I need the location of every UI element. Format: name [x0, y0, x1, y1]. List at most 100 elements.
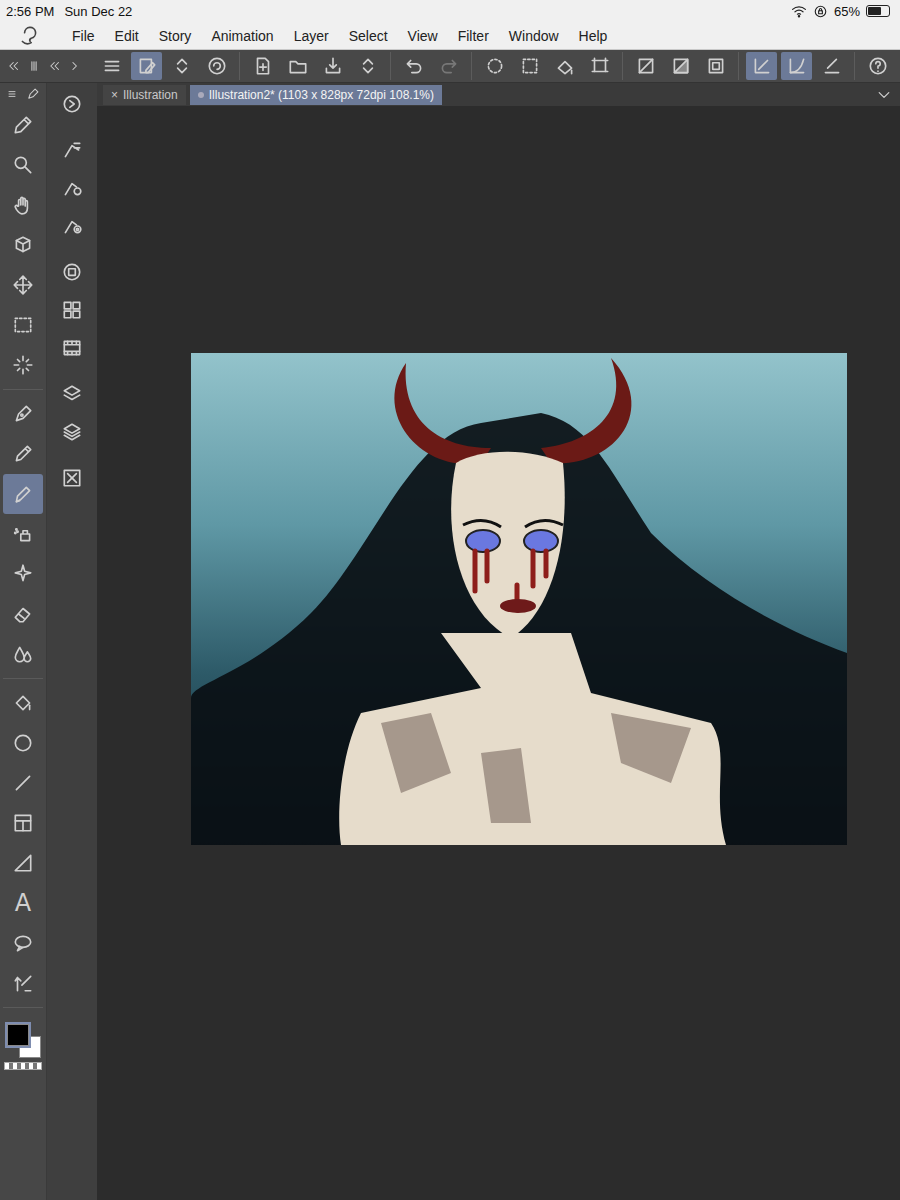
- selection-tool[interactable]: [3, 305, 43, 345]
- airbrush-tool[interactable]: [3, 514, 43, 554]
- grip-icon[interactable]: [27, 59, 41, 73]
- tab-bar: ×IllustrationIllustration2* (1103 x 828p…: [97, 83, 900, 106]
- menu-item[interactable]: Select: [349, 28, 388, 44]
- menu-item[interactable]: Filter: [458, 28, 489, 44]
- command-button[interactable]: [398, 52, 429, 80]
- menu-item[interactable]: View: [408, 28, 438, 44]
- command-icon: [821, 55, 843, 77]
- command-button[interactable]: [746, 52, 777, 80]
- command-button[interactable]: [352, 52, 383, 80]
- color-wheel-button[interactable]: [52, 253, 92, 291]
- zoom-icon: [12, 154, 34, 176]
- line-tool[interactable]: [3, 763, 43, 803]
- balloon-tool[interactable]: [3, 923, 43, 963]
- document-tab[interactable]: ×Illustration: [103, 85, 186, 105]
- app-logo-icon[interactable]: [18, 25, 40, 47]
- command-group: [391, 52, 472, 80]
- tool-property-icon: [61, 177, 83, 199]
- command-icon: [705, 55, 727, 77]
- color-set-button[interactable]: [52, 291, 92, 329]
- layer-property-button[interactable]: [52, 375, 92, 413]
- reset-button[interactable]: [52, 85, 92, 123]
- tool-group: [3, 105, 43, 390]
- layer-button[interactable]: [52, 413, 92, 451]
- pen-icon[interactable]: [26, 87, 40, 101]
- command-button[interactable]: [247, 52, 278, 80]
- command-button[interactable]: [317, 52, 348, 80]
- zoom-tool[interactable]: [3, 145, 43, 185]
- command-button[interactable]: [862, 52, 893, 80]
- canvas-area[interactable]: [97, 106, 900, 1200]
- operation-tool[interactable]: [3, 225, 43, 265]
- command-button[interactable]: [433, 52, 464, 80]
- decoration-tool[interactable]: [3, 554, 43, 594]
- menu-item[interactable]: Animation: [211, 28, 273, 44]
- command-button[interactable]: [131, 52, 162, 80]
- command-button[interactable]: [514, 52, 545, 80]
- transparent-color[interactable]: [4, 1062, 42, 1070]
- hand-tool[interactable]: [3, 185, 43, 225]
- eraser-tool[interactable]: [3, 594, 43, 634]
- tool-property-button[interactable]: [52, 169, 92, 207]
- document-tab[interactable]: Illustration2* (1103 x 828px 72dpi 108.1…: [190, 85, 442, 105]
- pen-tool[interactable]: [3, 394, 43, 434]
- chevron-down-icon[interactable]: [876, 87, 892, 103]
- figure-tool[interactable]: [3, 723, 43, 763]
- move-tool[interactable]: [3, 265, 43, 305]
- blend-tool[interactable]: [3, 634, 43, 674]
- command-icon: [136, 55, 158, 77]
- menu-item[interactable]: Story: [159, 28, 192, 44]
- menu-item[interactable]: Edit: [115, 28, 139, 44]
- brush-size-button[interactable]: [52, 207, 92, 245]
- command-button[interactable]: [630, 52, 661, 80]
- command-button[interactable]: [96, 52, 127, 80]
- command-button[interactable]: [549, 52, 580, 80]
- command-button[interactable]: [700, 52, 731, 80]
- menu-item[interactable]: Help: [579, 28, 608, 44]
- command-button[interactable]: [166, 52, 197, 80]
- battery-icon: [866, 5, 890, 17]
- navigator-button[interactable]: [52, 459, 92, 497]
- expand-right-icon[interactable]: [68, 59, 82, 73]
- command-button[interactable]: [479, 52, 510, 80]
- brush-size-icon: [61, 215, 83, 237]
- text-tool[interactable]: A: [3, 883, 43, 923]
- frame-tool[interactable]: [3, 803, 43, 843]
- command-icon: [589, 55, 611, 77]
- eyedropper-tool[interactable]: [3, 105, 43, 145]
- artwork[interactable]: [191, 353, 847, 845]
- command-button[interactable]: [201, 52, 232, 80]
- command-button[interactable]: [781, 52, 812, 80]
- rotation-lock-icon: [813, 4, 828, 19]
- menu-icon[interactable]: [6, 88, 18, 100]
- command-icon: [252, 55, 274, 77]
- brush-tool[interactable]: [3, 474, 43, 514]
- layer-icon: [61, 421, 83, 443]
- command-button[interactable]: [665, 52, 696, 80]
- main-color[interactable]: [7, 1024, 29, 1046]
- fill-tool[interactable]: [3, 683, 43, 723]
- collapse-left-icon[interactable]: [7, 59, 21, 73]
- correct-line-icon: [12, 972, 34, 994]
- frame-icon: [12, 812, 34, 834]
- command-button[interactable]: [584, 52, 615, 80]
- menu-item[interactable]: Layer: [294, 28, 329, 44]
- wifi-icon: [791, 3, 807, 19]
- sub-tool-button[interactable]: [52, 131, 92, 169]
- animation-button[interactable]: [52, 329, 92, 367]
- menu-item[interactable]: File: [72, 28, 95, 44]
- collapse-left-icon[interactable]: [48, 59, 62, 73]
- pen-icon: [12, 403, 34, 425]
- ruler-tool[interactable]: [3, 843, 43, 883]
- correct-line-tool[interactable]: [3, 963, 43, 1003]
- command-group: [855, 52, 900, 80]
- command-icon: [484, 55, 506, 77]
- command-button[interactable]: [282, 52, 313, 80]
- magic-wand-icon: [12, 354, 34, 376]
- close-tab[interactable]: ×: [111, 88, 118, 102]
- magic-wand-tool[interactable]: [3, 345, 43, 385]
- clock: 2:56 PM: [6, 4, 54, 19]
- command-button[interactable]: [816, 52, 847, 80]
- menu-item[interactable]: Window: [509, 28, 559, 44]
- pencil-tool[interactable]: [3, 434, 43, 474]
